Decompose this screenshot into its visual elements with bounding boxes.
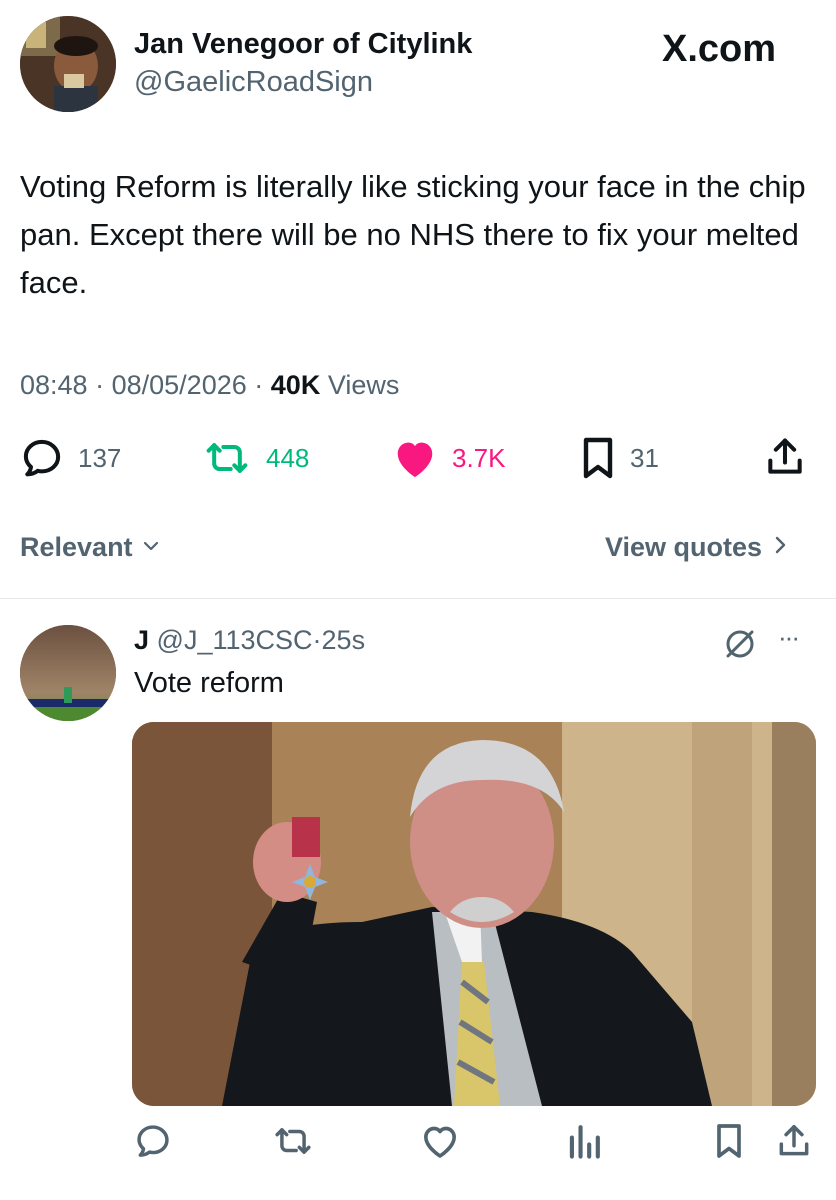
heart-icon — [420, 1126, 460, 1164]
sort-dropdown[interactable]: Relevant — [20, 532, 161, 563]
view-quotes-link[interactable]: View quotes — [605, 532, 790, 563]
author-name[interactable]: Jan Venegoor of Citylink — [134, 30, 472, 59]
brand-logo: X.com — [662, 28, 777, 70]
reply-author-handle[interactable]: @J_113CSC — [157, 625, 313, 655]
chevron-right-icon — [770, 532, 790, 563]
retweet-icon — [272, 1128, 314, 1164]
reply-count: 137 — [78, 442, 122, 473]
author-handle[interactable]: @GaelicRoadSign — [134, 68, 373, 97]
reply-icon — [134, 1125, 172, 1164]
share-icon — [764, 438, 806, 483]
tweet-meta: 08:48 · 08/05/2026 · 40K Views — [20, 370, 399, 401]
reply-button[interactable]: 137 — [20, 436, 121, 480]
reply-bookmark-button[interactable] — [714, 1122, 744, 1165]
reply-text: Vote reform — [134, 667, 284, 699]
views-count: 40K — [270, 370, 321, 400]
more-icon: ··· — [778, 622, 800, 652]
meta-separator: · — [254, 370, 264, 400]
reply-header: J @J_113CSC·25s — [134, 625, 365, 656]
bookmark-count: 31 — [630, 442, 659, 473]
reply-avatar[interactable] — [20, 625, 116, 721]
reply-media-image[interactable] — [132, 722, 816, 1106]
reply-reply-button[interactable] — [134, 1122, 172, 1165]
views-label: Views — [327, 370, 400, 400]
section-divider — [0, 598, 836, 599]
reply-retweet-button[interactable] — [272, 1122, 314, 1165]
sort-label: Relevant — [20, 532, 133, 562]
grok-button[interactable] — [722, 626, 758, 667]
tweet-time[interactable]: 08:48 — [20, 370, 88, 400]
tweet-date[interactable]: 08/05/2026 — [112, 370, 247, 400]
reply-time[interactable]: 25s — [322, 625, 366, 655]
tweet-text: Voting Reform is literally like sticking… — [20, 169, 806, 300]
analytics-icon — [566, 1125, 602, 1164]
retweet-button[interactable]: 448 — [202, 436, 309, 480]
reply-separator: · — [312, 625, 322, 655]
reply-icon — [20, 436, 64, 480]
share-button[interactable] — [764, 435, 806, 484]
retweet-count: 448 — [266, 442, 310, 473]
bookmark-button[interactable]: 31 — [580, 436, 659, 480]
bookmark-icon — [714, 1124, 744, 1164]
retweet-icon — [202, 436, 252, 480]
like-button[interactable]: 3.7K — [392, 436, 506, 480]
share-icon — [776, 1125, 812, 1164]
more-button[interactable]: ··· — [778, 622, 800, 653]
heart-icon — [392, 436, 438, 480]
grok-icon — [722, 630, 758, 666]
like-count: 3.7K — [452, 442, 506, 473]
reply-like-button[interactable] — [420, 1122, 460, 1165]
chevron-down-icon — [141, 532, 161, 563]
meta-separator: · — [95, 370, 105, 400]
view-quotes-label: View quotes — [605, 532, 763, 562]
author-avatar[interactable] — [20, 16, 116, 112]
reply-author-name[interactable]: J — [134, 625, 149, 655]
reply-analytics-button[interactable] — [566, 1122, 602, 1165]
reply-share-button[interactable] — [776, 1122, 812, 1165]
bookmark-icon — [580, 436, 616, 480]
